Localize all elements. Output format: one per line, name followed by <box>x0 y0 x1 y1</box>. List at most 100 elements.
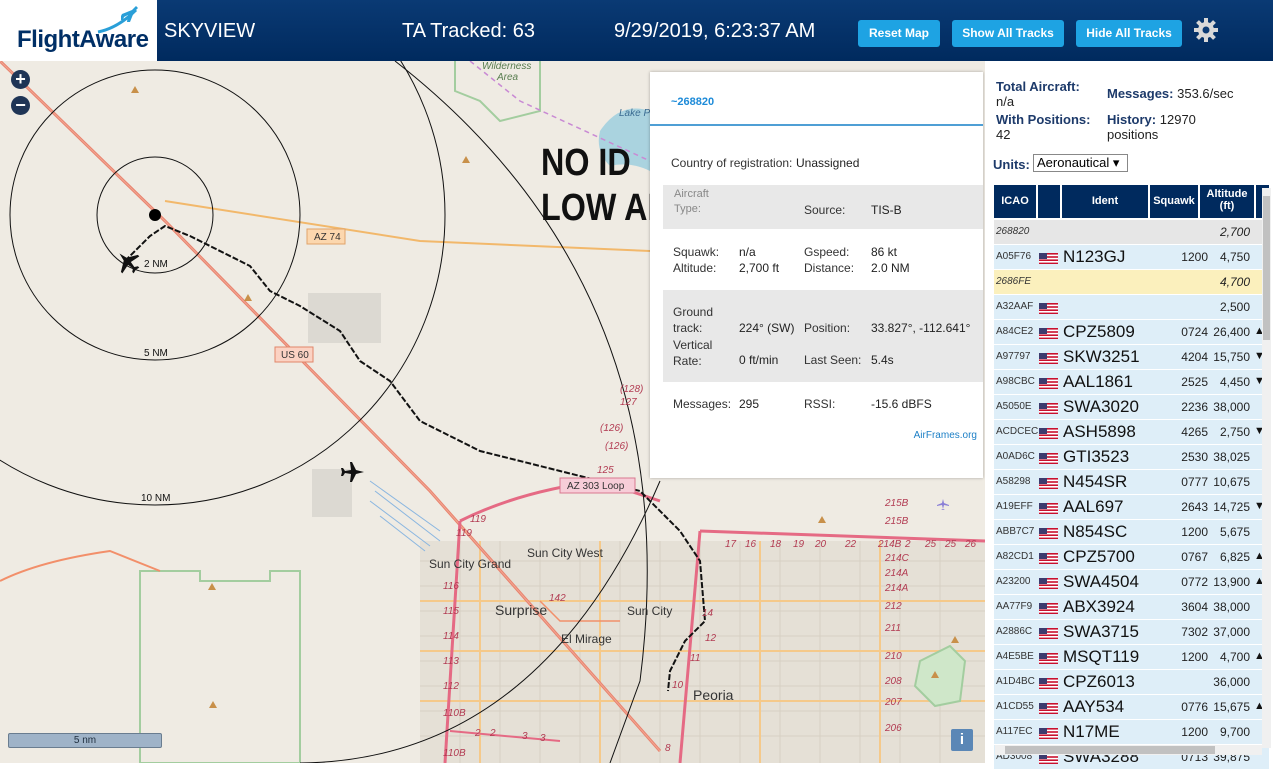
source-label: Source: <box>804 203 846 217</box>
row-ident: SKW3251 <box>1063 347 1140 366</box>
row-altitude: 13,900 <box>1213 575 1250 589</box>
table-row[interactable]: ABB7C7 N854SC 1200 5,675 <box>994 520 1269 545</box>
table-row[interactable]: A1CD55 AAY534 0776 15,675 ▲ <box>994 695 1269 720</box>
airframes-link[interactable]: AirFrames.org <box>914 430 977 441</box>
table-row[interactable]: A5050E SWA3020 2236 38,000 <box>994 395 1269 420</box>
svg-text:208: 208 <box>884 676 902 687</box>
table-row[interactable]: A98CBC AAL1861 2525 4,450 ▼ <box>994 370 1269 395</box>
table-row[interactable]: A84CE2 CPZ5809 0724 26,400 ▲ <box>994 320 1269 345</box>
table-row[interactable]: A4E5BE MSQT119 1200 4,700 ▲ <box>994 645 1269 670</box>
flightaware-logo[interactable]: FlightAware <box>0 0 157 61</box>
row-icao: A4E5BE <box>996 651 1034 662</box>
column-header-altitude[interactable]: Altitude (ft) <box>1200 185 1254 218</box>
us-flag-icon <box>1039 651 1058 664</box>
svg-text:14: 14 <box>702 608 714 619</box>
hide-all-tracks-button[interactable]: Hide All Tracks <box>1076 20 1182 47</box>
table-row[interactable]: 2686FE 4,700 <box>994 270 1269 295</box>
history-value: 12970 <box>1159 112 1196 127</box>
table-row[interactable]: A97797 SKW3251 4204 15,750 ▼ <box>994 345 1269 370</box>
svg-text:US 60: US 60 <box>281 350 309 361</box>
info-button[interactable]: i <box>951 729 973 751</box>
top-header: FlightAware SKYVIEW TA Tracked: 63 9/29/… <box>0 0 1273 61</box>
svg-text:(126): (126) <box>605 441 628 452</box>
row-icao: A2886C <box>996 626 1033 637</box>
table-row[interactable]: A2886C SWA3715 7302 37,000 <box>994 620 1269 645</box>
reset-map-button[interactable]: Reset Map <box>858 20 940 47</box>
svg-text:214B: 214B <box>877 539 902 550</box>
units-select[interactable]: Aeronautical ▾ <box>1033 154 1128 172</box>
row-ident: ASH5898 <box>1063 422 1136 441</box>
row-squawk: 3604 <box>1181 600 1208 614</box>
column-header-ident[interactable]: Ident <box>1062 185 1148 218</box>
table-row[interactable]: A82CD1 CPZ5700 0767 6,825 ▲ <box>994 545 1269 570</box>
us-flag-icon <box>1039 301 1058 314</box>
horizontal-scrollbar-thumb[interactable] <box>1005 746 1215 754</box>
us-flag-icon <box>1039 551 1058 564</box>
units-label: Units: <box>993 157 1030 172</box>
us-flag-icon <box>1039 351 1058 364</box>
with-positions-stat: With Positions: 42 <box>996 112 1091 142</box>
show-all-tracks-button[interactable]: Show All Tracks <box>952 20 1064 47</box>
svg-text:25: 25 <box>944 539 957 550</box>
svg-text:142: 142 <box>549 593 566 604</box>
squawk-label: Squawk: <box>673 245 720 259</box>
svg-text:212: 212 <box>884 601 902 612</box>
airplane-logo-icon <box>97 6 138 34</box>
last-seen-value: 5.4s <box>871 353 894 367</box>
svg-text:215B: 215B <box>884 516 909 527</box>
table-row[interactable]: A23200 SWA4504 0772 13,900 ▲ <box>994 570 1269 595</box>
svg-text:110B: 110B <box>443 708 466 719</box>
table-row[interactable]: A32AAF 2,500 <box>994 295 1269 320</box>
row-icao: AA77F9 <box>996 601 1033 612</box>
table-row[interactable]: A05F76 N123GJ 1200 4,750 <box>994 245 1269 270</box>
svg-text:19: 19 <box>793 539 805 550</box>
svg-text:26: 26 <box>964 539 977 550</box>
svg-text:207: 207 <box>884 697 902 708</box>
last-seen-label: Last Seen: <box>804 353 862 367</box>
vertical-rate-value: 0 ft/min <box>739 353 779 367</box>
table-row[interactable]: ACDCEC ASH5898 4265 2,750 ▼ <box>994 420 1269 445</box>
row-squawk: 1200 <box>1181 650 1208 664</box>
row-altitude: 38,000 <box>1213 600 1250 614</box>
aircraft-hex-id[interactable]: ~268820 <box>671 96 714 108</box>
svg-text:11: 11 <box>690 653 700 664</box>
svg-text:125: 125 <box>597 465 614 476</box>
row-icao: A1CD55 <box>996 701 1034 712</box>
row-ident: N17ME <box>1063 722 1120 741</box>
row-altitude: 2,500 <box>1219 300 1250 314</box>
rssi-value: -15.6 dBFS <box>871 397 932 411</box>
us-flag-icon <box>1039 326 1058 339</box>
table-row[interactable]: A117EC N17ME 1200 9,700 <box>994 720 1269 745</box>
divider <box>650 124 983 126</box>
column-header-icao[interactable]: ICAO <box>994 185 1036 218</box>
svg-text:214A: 214A <box>884 568 909 579</box>
svg-text:215B: 215B <box>884 498 909 509</box>
vertical-scrollbar-thumb[interactable] <box>1263 196 1270 340</box>
row-squawk: 0772 <box>1181 575 1208 589</box>
column-header-flag[interactable] <box>1038 185 1060 218</box>
table-row[interactable]: A1D4BC CPZ6013 36,000 <box>994 670 1269 695</box>
zoom-in-button[interactable]: + <box>11 70 30 89</box>
messages-stat: Messages: 353.6/sec <box>1107 86 1233 101</box>
row-altitude: 9,700 <box>1219 725 1250 739</box>
row-icao: 2686FE <box>996 276 1032 287</box>
svg-text:119: 119 <box>456 528 472 539</box>
svg-text:119: 119 <box>470 514 486 525</box>
column-header-squawk[interactable]: Squawk <box>1150 185 1198 218</box>
row-icao: A117EC <box>996 726 1033 737</box>
svg-text:(126): (126) <box>600 423 623 434</box>
table-row[interactable]: A19EFF AAL697 2643 14,725 ▼ <box>994 495 1269 520</box>
table-row[interactable]: 268820 2,700 <box>994 220 1269 245</box>
table-row[interactable]: A0AD6C GTI3523 2530 38,025 <box>994 445 1269 470</box>
table-row[interactable]: A58298 N454SR 0777 10,675 <box>994 470 1269 495</box>
row-ident: CPZ5700 <box>1063 547 1135 566</box>
zoom-out-button[interactable]: − <box>11 96 30 115</box>
row-ident: SWA3715 <box>1063 622 1139 641</box>
position-value: 33.827°, -112.641° <box>871 321 971 335</box>
aircraft-list-panel: Total Aircraft: n/a Messages: 353.6/sec … <box>985 61 1273 770</box>
svg-text:206: 206 <box>884 723 902 734</box>
gear-icon[interactable] <box>1193 17 1219 43</box>
row-altitude: 2,700 <box>1219 225 1250 239</box>
row-altitude: 15,675 <box>1213 700 1250 714</box>
table-row[interactable]: AA77F9 ABX3924 3604 38,000 <box>994 595 1269 620</box>
